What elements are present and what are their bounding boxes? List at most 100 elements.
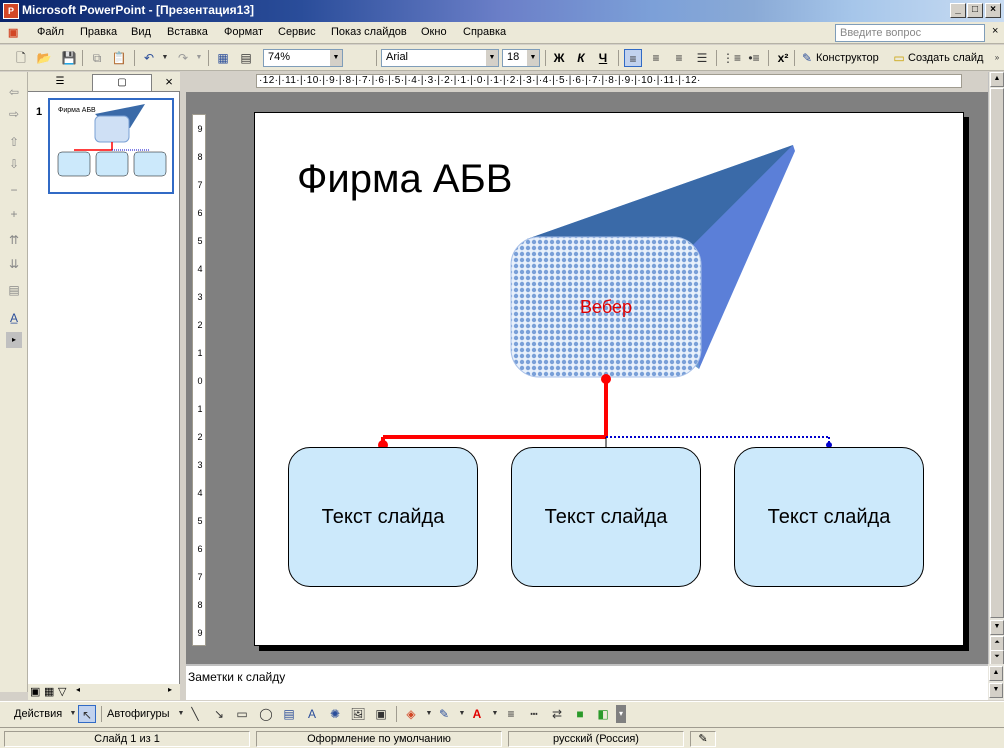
fill-color-icon[interactable]: ◈	[402, 705, 420, 723]
align-right-icon[interactable]: ≡	[670, 49, 688, 67]
zoom-combo[interactable]: 74% ▼	[263, 49, 343, 67]
line-color-icon[interactable]: ✎	[435, 705, 453, 723]
tab-outline[interactable]: ☰	[30, 74, 90, 91]
arrow-icon[interactable]: ↘	[210, 705, 228, 723]
actions-menu[interactable]: Действия	[14, 708, 62, 720]
menu-view[interactable]: Вид	[131, 26, 151, 38]
pane-splitter[interactable]	[180, 72, 185, 702]
redo-dropdown-icon[interactable]: ▼	[190, 49, 208, 67]
chevron-down-icon[interactable]: ▼	[330, 50, 342, 66]
oval-icon[interactable]: ◯	[257, 705, 275, 723]
clipart-icon[interactable]: 🖼	[349, 705, 367, 723]
menu-format[interactable]: Формат	[224, 26, 263, 38]
demote-icon[interactable]: ⇨	[6, 106, 22, 122]
paste-icon[interactable]: 📋	[110, 49, 128, 67]
slideshow-icon[interactable]: ▽	[58, 685, 66, 698]
center-box-label[interactable]: Вебер	[511, 237, 701, 377]
designer-button[interactable]: Конструктор	[816, 52, 879, 64]
font-color-icon[interactable]: A	[468, 705, 486, 723]
vertical-scrollbar[interactable]: ▲ ▼ ⏶ ⏷	[988, 72, 1004, 665]
wordart-icon[interactable]: A	[303, 705, 321, 723]
powerpoint-app-icon[interactable]: P	[3, 3, 19, 19]
side-toolbar-options-icon[interactable]: ▸	[6, 332, 22, 348]
menu-edit[interactable]: Правка	[80, 26, 117, 38]
line-icon[interactable]: ╲	[186, 705, 204, 723]
help-search-input[interactable]: Введите вопрос	[835, 24, 985, 42]
arrow-style-icon[interactable]: ⇄	[548, 705, 566, 723]
text-box-3[interactable]: Текст слайда	[734, 447, 924, 587]
save-icon[interactable]: 💾	[60, 49, 78, 67]
close-button[interactable]: ×	[985, 3, 1001, 18]
text-box-1[interactable]: Текст слайда	[288, 447, 478, 587]
select-objects-icon[interactable]: ↖	[78, 705, 96, 723]
grid-icon[interactable]: ▦	[214, 49, 232, 67]
notes-scrollbar[interactable]: ▲ ▼	[988, 664, 1004, 700]
font-combo[interactable]: Arial ▼	[381, 49, 499, 67]
text-box-2[interactable]: Текст слайда	[511, 447, 701, 587]
superscript-button[interactable]: x²	[774, 49, 792, 67]
chevron-down-icon[interactable]: ▼	[527, 50, 539, 66]
chevron-down-icon[interactable]: ▼	[486, 50, 498, 66]
scroll-right-icon[interactable]: ▸	[168, 685, 172, 694]
picture-icon[interactable]: ▣	[372, 705, 390, 723]
diagram-icon[interactable]: ✺	[326, 705, 344, 723]
notes-scroll-down-icon[interactable]: ▼	[989, 683, 1003, 698]
align-left-icon[interactable]: ≡	[624, 49, 642, 67]
notes-pane[interactable]: Заметки к слайду	[186, 664, 988, 700]
menu-file[interactable]: Файл	[37, 26, 64, 38]
justify-icon[interactable]: ☰	[693, 49, 711, 67]
open-folder-icon[interactable]: 📂	[35, 49, 53, 67]
new-slide-icon[interactable]: ▭	[890, 49, 908, 67]
designer-icon[interactable]: ✎	[798, 49, 816, 67]
new-slide-button[interactable]: Создать слайд	[908, 52, 983, 64]
scroll-thumb[interactable]	[990, 88, 1004, 618]
spelling-status-icon[interactable]: ✎	[690, 731, 716, 747]
align-center-icon[interactable]: ≡	[647, 49, 665, 67]
document-menu-icon[interactable]: ▣	[8, 26, 18, 39]
textbox-icon[interactable]: ▤	[280, 705, 298, 723]
normal-view-icon[interactable]: ▣	[30, 685, 40, 698]
slide-sorter-icon[interactable]: ▦	[44, 685, 54, 698]
new-document-icon[interactable]: 🗋	[12, 49, 30, 67]
dash-style-icon[interactable]: ┅	[525, 705, 543, 723]
tab-slides[interactable]: ▢	[92, 74, 152, 91]
expand-all-icon[interactable]: ⇊	[6, 256, 22, 272]
bold-button[interactable]: Ж	[550, 49, 568, 67]
rectangle-icon[interactable]: ▭	[233, 705, 251, 723]
numbered-list-icon[interactable]: ⋮≡	[722, 49, 741, 67]
next-slide-icon[interactable]: ⏷	[990, 650, 1004, 665]
toolbar-options-icon[interactable]: »	[988, 49, 1004, 67]
show-formatting-icon[interactable]: A̲	[6, 310, 22, 326]
slide-canvas[interactable]: Фирма АБВ Вебер Текст слайда Текст слайд…	[254, 112, 964, 646]
scroll-left-icon[interactable]: ◂	[76, 685, 80, 694]
collapse-icon[interactable]: −	[6, 182, 22, 198]
minimize-button[interactable]: _	[950, 3, 966, 18]
italic-button[interactable]: К	[572, 49, 590, 67]
menu-window[interactable]: Окно	[421, 26, 447, 38]
bulleted-list-icon[interactable]: •≡	[745, 49, 763, 67]
line-style-icon[interactable]: ≡	[502, 705, 520, 723]
3d-style-icon[interactable]: ◧	[594, 705, 612, 723]
move-up-icon[interactable]: ⇧	[6, 134, 22, 150]
slide-thumbnail[interactable]: Фирма АБВ	[48, 98, 174, 194]
autoshapes-menu[interactable]: Автофигуры	[107, 708, 170, 720]
undo-dropdown-icon[interactable]: ▼	[156, 49, 174, 67]
menu-insert[interactable]: Вставка	[167, 26, 208, 38]
copy-icon[interactable]: ⧉	[88, 49, 106, 67]
previous-slide-icon[interactable]: ⏶	[990, 636, 1004, 651]
underline-button[interactable]: Ч	[594, 49, 612, 67]
collapse-all-icon[interactable]: ⇈	[6, 232, 22, 248]
menu-slideshow[interactable]: Показ слайдов	[331, 26, 407, 38]
scroll-down-icon[interactable]: ▼	[990, 620, 1004, 635]
font-size-combo[interactable]: 18 ▼	[502, 49, 540, 67]
maximize-button[interactable]: □	[967, 3, 983, 18]
drawing-toolbar-options-icon[interactable]: ▾	[616, 705, 626, 723]
notes-scroll-up-icon[interactable]: ▲	[989, 666, 1003, 681]
shadow-style-icon[interactable]: ■	[571, 705, 589, 723]
color-grayscale-icon[interactable]: ▤	[237, 49, 255, 67]
menu-tools[interactable]: Сервис	[278, 26, 316, 38]
scroll-up-icon[interactable]: ▲	[990, 72, 1004, 87]
close-document-icon[interactable]: ×	[992, 25, 998, 37]
menu-help[interactable]: Справка	[463, 26, 506, 38]
expand-icon[interactable]: +	[6, 206, 22, 222]
